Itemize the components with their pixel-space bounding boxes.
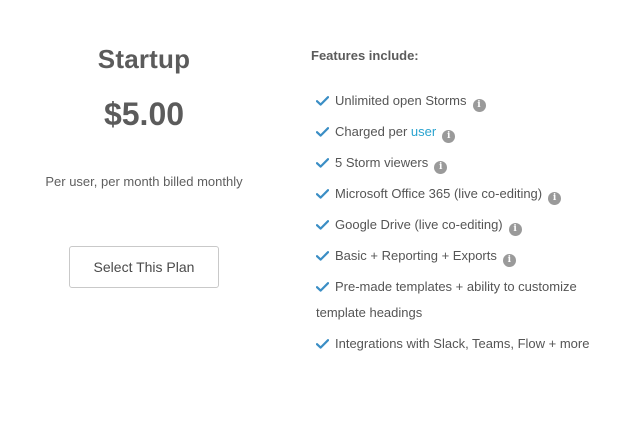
check-icon	[316, 220, 329, 230]
check-icon	[316, 339, 329, 349]
check-icon	[316, 158, 329, 168]
info-icon[interactable]: i	[502, 254, 516, 267]
user-link[interactable]: user	[411, 124, 436, 139]
feature-text: Integrations with Slack, Teams, Flow + m…	[335, 336, 590, 351]
check-icon	[316, 189, 329, 199]
info-icon[interactable]: i	[442, 130, 456, 143]
feature-text: Basic + Reporting + Exports	[335, 248, 497, 263]
features-panel: Features include: Unlimited open Storms i…	[311, 0, 611, 434]
feature-item: Charged per user i	[316, 119, 596, 145]
feature-item: Google Drive (live co-editing) i	[316, 212, 596, 238]
select-plan-button[interactable]: Select This Plan	[69, 246, 219, 288]
feature-text: 5 Storm viewers	[335, 155, 429, 170]
feature-text: Microsoft Office 365 (live co-editing)	[335, 186, 543, 201]
feature-item: 5 Storm viewers i	[316, 150, 596, 176]
feature-list: Unlimited open Storms i Charged per user i…	[316, 88, 596, 362]
feature-item: Unlimited open Storms i	[316, 88, 596, 114]
feature-item: Integrations with Slack, Teams, Flow + m…	[316, 331, 596, 357]
feature-text: Google Drive (live co-editing)	[335, 217, 503, 232]
features-heading: Features include:	[311, 48, 419, 63]
info-icon[interactable]: i	[472, 99, 486, 112]
feature-text: Pre-made templates + ability to customiz…	[316, 279, 577, 320]
check-icon	[316, 127, 329, 137]
feature-text: Unlimited open Storms	[335, 93, 467, 108]
info-icon[interactable]: i	[548, 192, 562, 205]
plan-summary: Startup $5.00 Per user, per month billed…	[0, 0, 288, 434]
feature-item: Microsoft Office 365 (live co-editing) i	[316, 181, 596, 207]
feature-text: Charged per	[335, 124, 411, 139]
check-icon	[316, 282, 329, 292]
check-icon	[316, 251, 329, 261]
info-icon[interactable]: i	[508, 223, 522, 236]
info-icon[interactable]: i	[434, 161, 448, 174]
plan-billing-note: Per user, per month billed monthly	[45, 174, 243, 189]
feature-item: Pre-made templates + ability to customiz…	[316, 274, 596, 326]
plan-price: $5.00	[103, 96, 185, 132]
check-icon	[316, 96, 329, 106]
plan-name: Startup	[97, 44, 191, 74]
feature-item: Basic + Reporting + Exports i	[316, 243, 596, 269]
